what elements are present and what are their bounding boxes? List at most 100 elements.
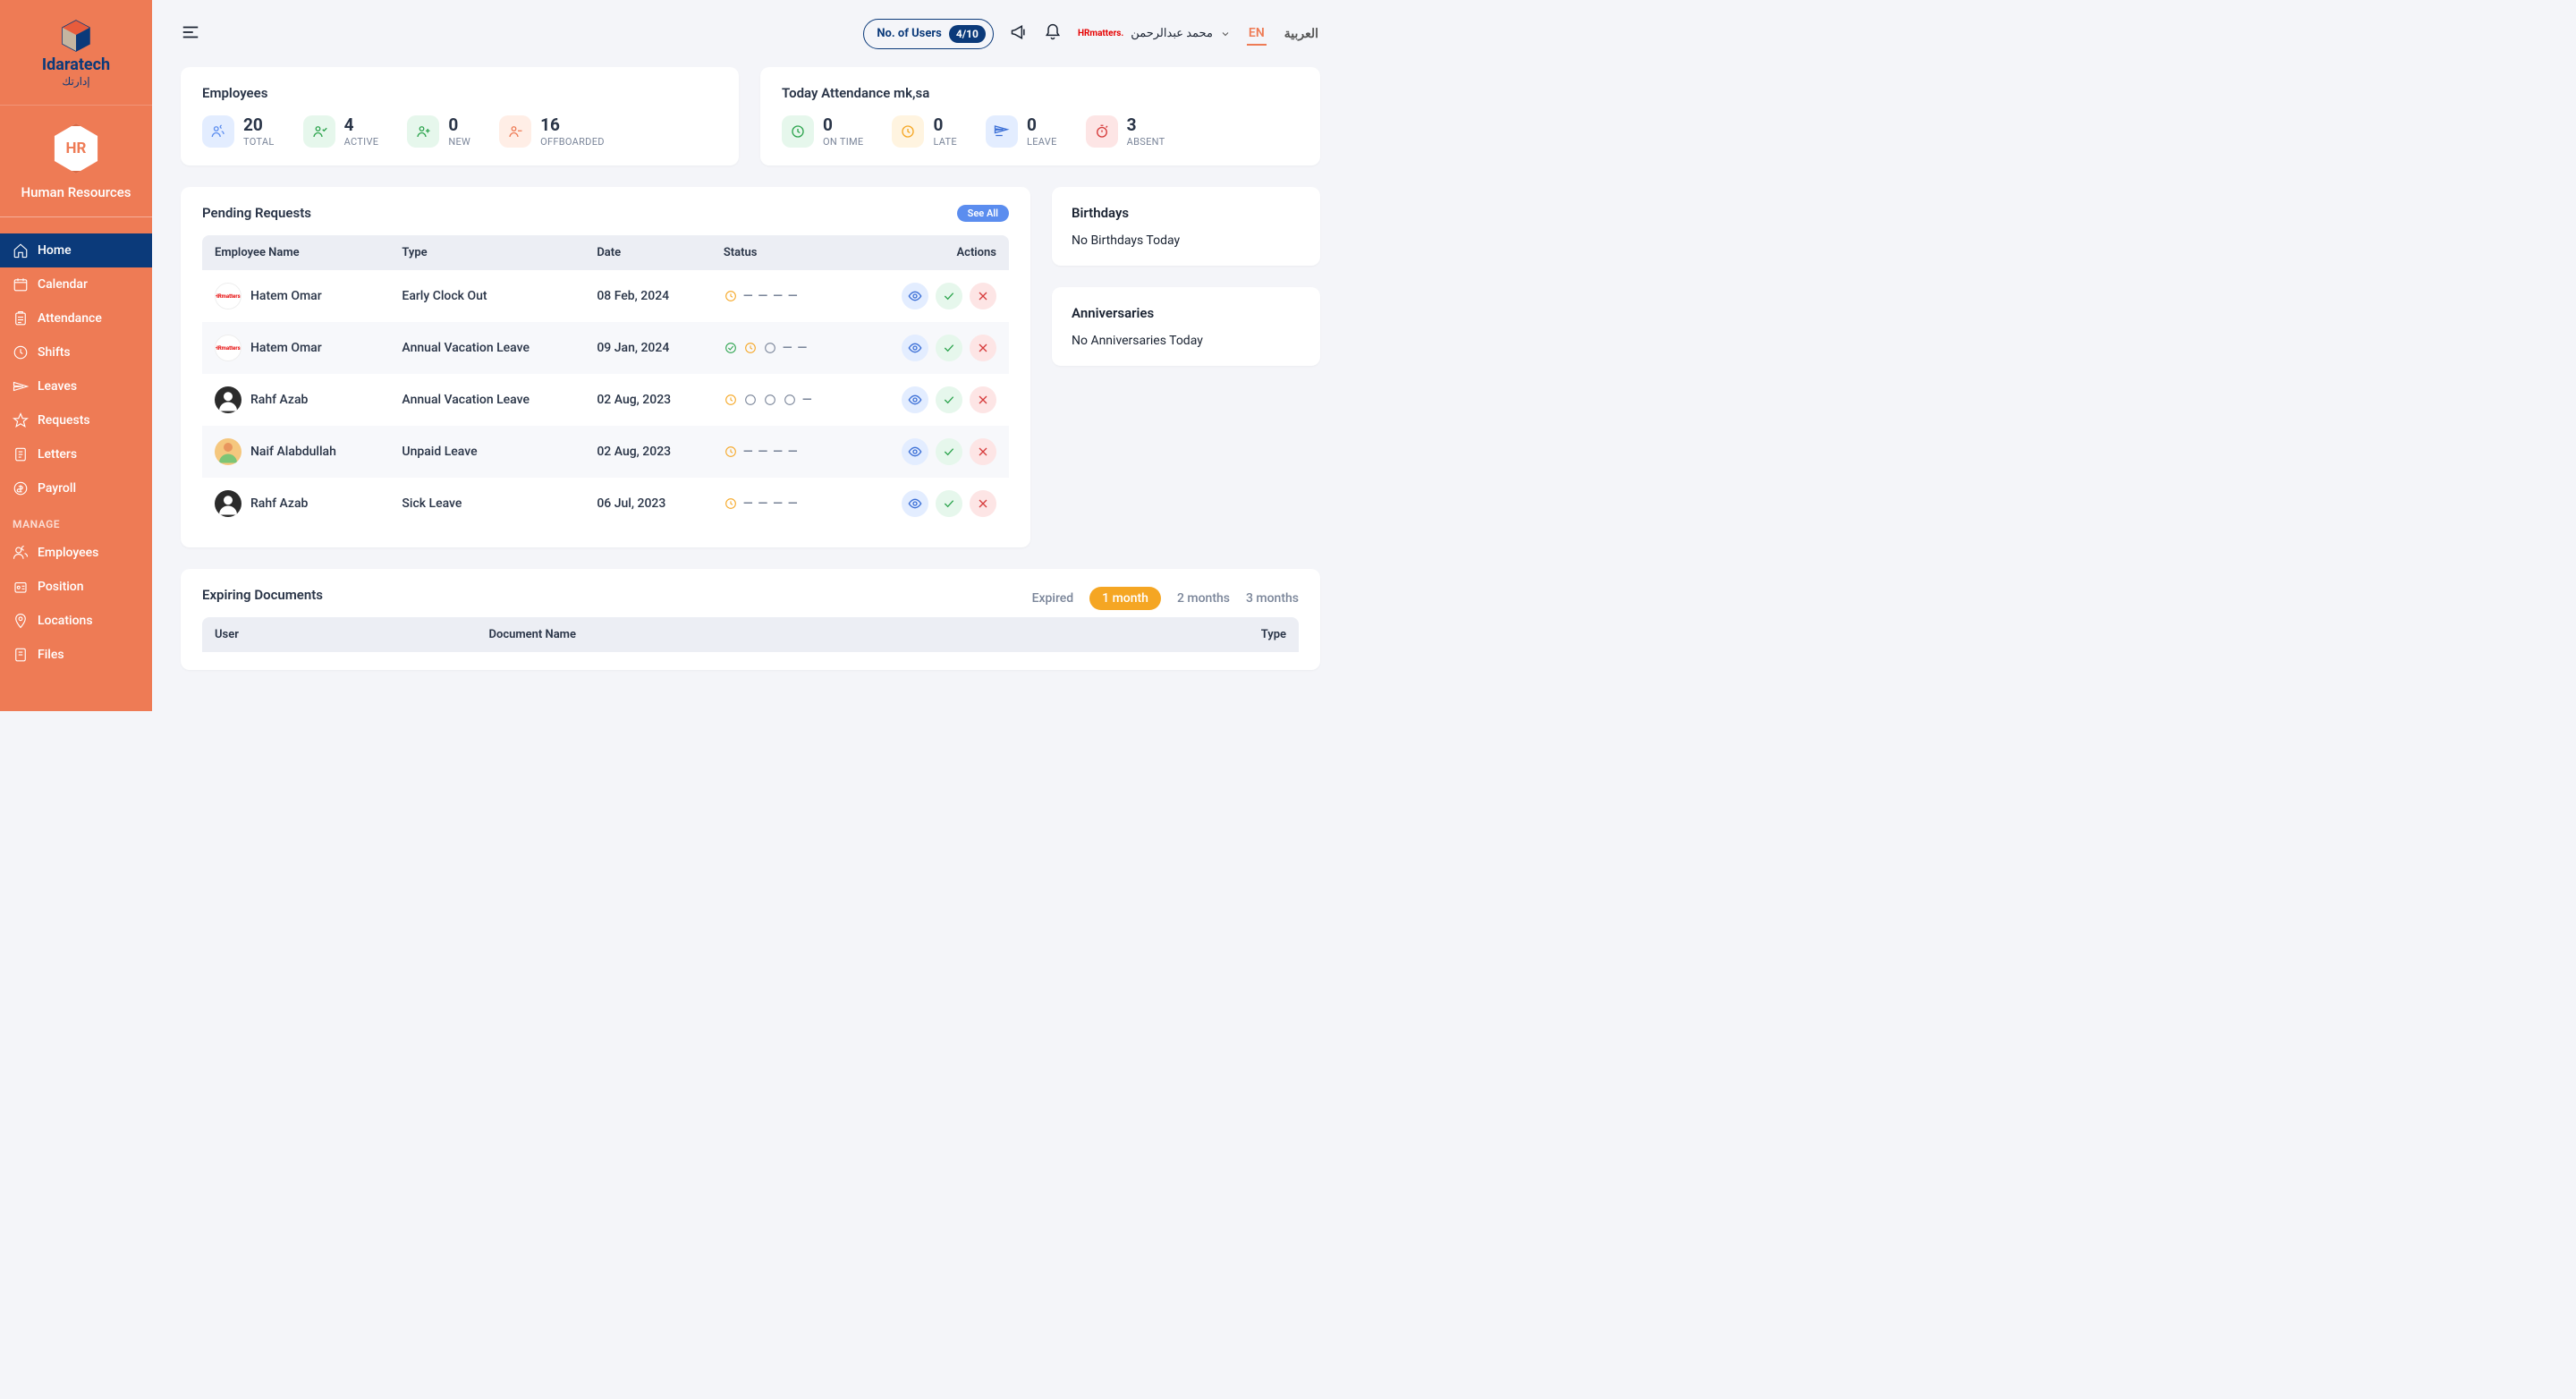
col-doc: Document Name [477, 617, 1025, 652]
stat-leave: 0LEAVE [986, 115, 1057, 148]
stat-absent: 3ABSENT [1086, 115, 1165, 148]
nav-section-manage: MANAGE [0, 505, 152, 536]
table-row: Rahf AzabAnnual Vacation Leave02 Aug, 20… [202, 374, 1009, 426]
eye-icon [908, 445, 922, 459]
view-button[interactable] [902, 438, 928, 465]
eye-icon [908, 341, 922, 355]
nav-home[interactable]: Home [0, 233, 152, 267]
see-all-button[interactable]: See All [957, 205, 1009, 222]
nav-locations[interactable]: Locations [0, 604, 152, 638]
nav-shifts[interactable]: Shifts [0, 335, 152, 369]
approve-button[interactable] [936, 283, 962, 309]
view-button[interactable] [902, 386, 928, 413]
nav-letters[interactable]: Letters [0, 437, 152, 471]
view-button[interactable] [902, 490, 928, 517]
chevron-down-icon [1220, 29, 1231, 39]
employee-name: Hatem Omar [250, 289, 322, 303]
user-check-icon [311, 123, 327, 140]
x-icon [976, 393, 990, 407]
check-icon [942, 393, 956, 407]
clipboard-icon [13, 310, 29, 326]
users-icon [13, 545, 29, 561]
pending-title: Pending Requests [202, 205, 1009, 221]
notifications-button[interactable] [1044, 23, 1062, 45]
megaphone-icon [1010, 23, 1028, 41]
nav-attendance[interactable]: Attendance [0, 301, 152, 335]
lang-ar[interactable]: العربية [1283, 23, 1320, 45]
body-row: Pending Requests See All Employee Name T… [181, 187, 1320, 547]
reject-button[interactable] [970, 283, 996, 309]
table-row: HRmatters.Hatem OmarEarly Clock Out08 Fe… [202, 270, 1009, 322]
employee-name: Rahf Azab [250, 496, 308, 511]
tab-1month[interactable]: 1 month [1089, 587, 1161, 610]
hrmatters-icon: HRmatters. [1078, 29, 1123, 38]
request-date: 06 Jul, 2023 [584, 478, 711, 530]
tab-2months[interactable]: 2 months [1177, 591, 1230, 606]
nav-position[interactable]: Position [0, 570, 152, 604]
avatar [215, 490, 242, 517]
approve-button[interactable] [936, 438, 962, 465]
check-icon [942, 496, 956, 511]
nav-calendar[interactable]: Calendar [0, 267, 152, 301]
stat-active: 4ACTIVE [303, 115, 379, 148]
employees-title: Employees [202, 85, 717, 101]
approve-button[interactable] [936, 386, 962, 413]
lang-en[interactable]: EN [1247, 22, 1267, 46]
calendar-icon [13, 276, 29, 293]
col-name: Employee Name [202, 235, 389, 270]
tab-expired[interactable]: Expired [1032, 591, 1074, 606]
plane-icon [13, 378, 29, 394]
expiring-documents-card: Expiring Documents Expired 1 month 2 mon… [181, 569, 1320, 670]
announce-button[interactable] [1010, 23, 1028, 45]
employees-card: Employees 20TOTAL 4ACTIVE 0NEW 16OFFBOAR… [181, 67, 739, 165]
table-row: Naif AlabdullahUnpaid Leave02 Aug, 2023—… [202, 426, 1009, 478]
status-icons: ———— [724, 445, 843, 459]
brand-name: Idaratech [42, 57, 110, 73]
view-button[interactable] [902, 335, 928, 361]
birthdays-title: Birthdays [1072, 205, 1301, 221]
nav-files[interactable]: Files [0, 638, 152, 672]
user-count-pill[interactable]: No. of Users4/10 [863, 19, 994, 49]
check-icon [942, 341, 956, 355]
anniversaries-card: Anniversaries No Anniversaries Today [1052, 287, 1320, 366]
home-icon [13, 242, 29, 259]
reject-button[interactable] [970, 386, 996, 413]
status-icons: ———— [724, 496, 843, 511]
avatar [215, 386, 242, 413]
reject-button[interactable] [970, 335, 996, 361]
nav-requests[interactable]: Requests [0, 403, 152, 437]
anniversaries-title: Anniversaries [1072, 305, 1301, 321]
nav-payroll[interactable]: Payroll [0, 471, 152, 505]
stat-new: 0NEW [407, 115, 470, 148]
user-menu[interactable]: HRmatters. محمد عبدالرحمن [1078, 27, 1231, 40]
stat-ontime: 0ON TIME [782, 115, 863, 148]
check-icon [942, 445, 956, 459]
table-row: Rahf AzabSick Leave06 Jul, 2023———— [202, 478, 1009, 530]
reject-button[interactable] [970, 490, 996, 517]
tab-3months[interactable]: 3 months [1246, 591, 1299, 606]
user-minus-icon [507, 123, 523, 140]
nav-employees[interactable]: Employees [0, 536, 152, 570]
avatar: HRmatters. [215, 283, 242, 309]
menu-toggle[interactable] [181, 22, 200, 46]
clock-icon [790, 123, 806, 140]
reject-button[interactable] [970, 438, 996, 465]
expiring-table: User Document Name Type [202, 617, 1299, 652]
view-button[interactable] [902, 283, 928, 309]
birthdays-empty: No Birthdays Today [1072, 233, 1301, 248]
request-date: 09 Jan, 2024 [584, 322, 711, 374]
request-date: 02 Aug, 2023 [584, 426, 711, 478]
bell-icon [1044, 23, 1062, 41]
status-icons: — [724, 393, 843, 407]
hamburger-icon [181, 22, 200, 42]
eye-icon [908, 289, 922, 303]
topbar: No. of Users4/10 HRmatters. محمد عبدالرح… [152, 0, 1349, 67]
approve-button[interactable] [936, 490, 962, 517]
brand-sub: إدارتك [62, 75, 89, 88]
approve-button[interactable] [936, 335, 962, 361]
eye-icon [908, 393, 922, 407]
avatar [215, 438, 242, 465]
col-date: Date [584, 235, 711, 270]
users-icon [210, 123, 226, 140]
nav-leaves[interactable]: Leaves [0, 369, 152, 403]
